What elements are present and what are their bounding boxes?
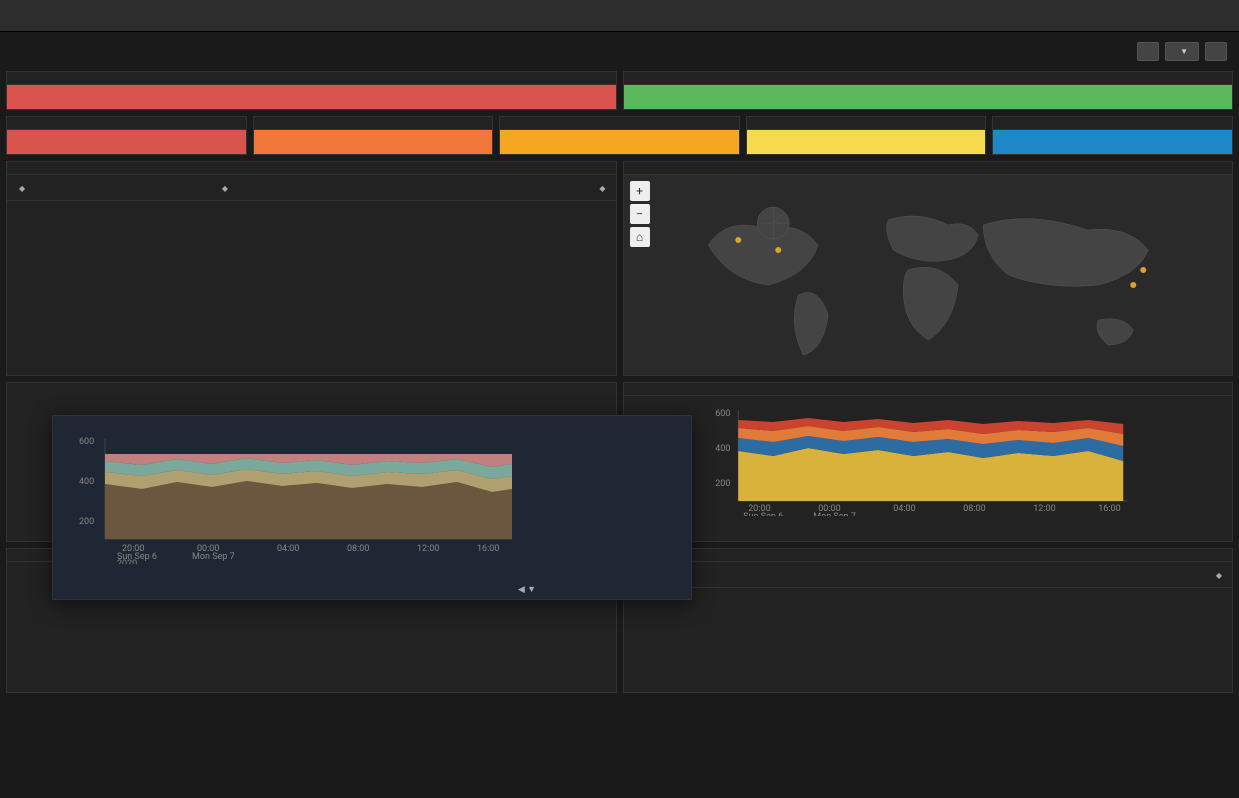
svg-text:16:00: 16:00: [477, 544, 499, 554]
sort-icon: ◆: [222, 184, 228, 193]
svg-text:600: 600: [79, 437, 94, 447]
svg-text:2020: 2020: [117, 559, 137, 564]
stat-high-title: [254, 117, 493, 130]
col-severity[interactable]: ◆: [210, 175, 413, 201]
svg-text:400: 400: [79, 477, 94, 487]
stat-blocked-value: [624, 85, 1233, 109]
stat-allowed[interactable]: [6, 71, 617, 110]
world-map[interactable]: + − ⌂: [624, 175, 1233, 375]
scanning-table-title: [624, 549, 1233, 562]
map-zoom-in-icon[interactable]: +: [630, 181, 650, 201]
svg-text:12:00: 12:00: [1033, 504, 1055, 514]
sort-icon: ◆: [1216, 571, 1222, 580]
stat-high[interactable]: [253, 116, 494, 155]
export-button[interactable]: ▼: [1165, 42, 1199, 61]
scanning-table-panel: ◆ ◆: [623, 548, 1234, 693]
svg-text:12:00: 12:00: [417, 544, 439, 554]
svg-text:200: 200: [79, 517, 94, 527]
severity-chart-panel: 600 400 200 20:00 Sun Sep 6 2020 00:00 M…: [623, 382, 1234, 542]
svg-text:16:00: 16:00: [1098, 504, 1120, 514]
stat-low-title: [747, 117, 986, 130]
map-panel: + − ⌂: [623, 161, 1234, 376]
stat-low-value: [747, 130, 986, 154]
stat-medium[interactable]: [499, 116, 740, 155]
svg-text:08:00: 08:00: [347, 544, 369, 554]
sort-icon: ◆: [19, 184, 25, 193]
severity-chart-title: [624, 383, 1233, 396]
svg-text:04:00: 04:00: [893, 504, 915, 514]
map-title: [624, 162, 1233, 175]
stat-row-1: [0, 71, 1239, 116]
svg-text:04:00: 04:00: [277, 544, 299, 554]
row-3: ◆ ◆ ◆ + − ⌂: [0, 161, 1239, 382]
stat-high-value: [254, 130, 493, 154]
col-count[interactable]: ◆: [413, 175, 616, 201]
svg-text:Sun Sep 6: Sun Sep 6: [743, 512, 783, 516]
legend-pager[interactable]: ◀ ▼: [518, 584, 536, 595]
col-attack-count[interactable]: ◆: [928, 562, 1232, 588]
stat-blocked-title: [624, 72, 1233, 85]
map-home-icon[interactable]: ⌂: [630, 227, 650, 247]
signatures-table: ◆ ◆ ◆: [7, 175, 616, 201]
svg-text:200: 200: [715, 479, 730, 489]
signatures-title: [7, 162, 616, 175]
svg-text:08:00: 08:00: [963, 504, 985, 514]
stat-info[interactable]: [992, 116, 1233, 155]
signature-area-chart: 600 400 200 20:00 Sun Sep 6 2020 00:00 M…: [63, 434, 531, 564]
svg-text:Mon Sep 7: Mon Sep 7: [813, 512, 856, 516]
stat-info-title: [993, 117, 1232, 130]
severity-legend: [1222, 396, 1232, 526]
page-header: ▼: [0, 32, 1239, 71]
stat-critical-title: [7, 117, 246, 130]
sort-icon: ◆: [599, 184, 605, 193]
severity-area-chart: 600 400 200 20:00 Sun Sep 6 2020 00:00 M…: [634, 406, 1213, 516]
chevron-down-icon: ▼: [1180, 47, 1188, 56]
stat-allowed-title: [7, 72, 616, 85]
signature-chart-popup[interactable]: 600 400 200 20:00 Sun Sep 6 2020 00:00 M…: [52, 415, 692, 600]
more-button[interactable]: [1205, 42, 1227, 61]
signature-legend: [541, 424, 691, 574]
svg-text:Mon Sep 7: Mon Sep 7: [192, 552, 235, 562]
stat-critical[interactable]: [6, 116, 247, 155]
stat-medium-value: [500, 130, 739, 154]
col-signature[interactable]: ◆: [7, 175, 210, 201]
signatures-panel: ◆ ◆ ◆: [6, 161, 617, 376]
stat-row-2: [0, 116, 1239, 161]
svg-text:600: 600: [715, 409, 730, 419]
stat-info-value: [993, 130, 1232, 154]
scanning-table: ◆ ◆: [624, 562, 1233, 588]
stat-allowed-value: [7, 85, 616, 109]
edit-button[interactable]: [1137, 42, 1159, 61]
stat-low[interactable]: [746, 116, 987, 155]
stat-critical-value: [7, 130, 246, 154]
svg-text:400: 400: [715, 444, 730, 454]
stat-blocked[interactable]: [623, 71, 1234, 110]
map-zoom-out-icon[interactable]: −: [630, 204, 650, 224]
stat-medium-title: [500, 117, 739, 130]
top-nav: [0, 0, 1239, 32]
signature-chart-title: [53, 416, 691, 424]
map-svg: [624, 175, 1233, 375]
